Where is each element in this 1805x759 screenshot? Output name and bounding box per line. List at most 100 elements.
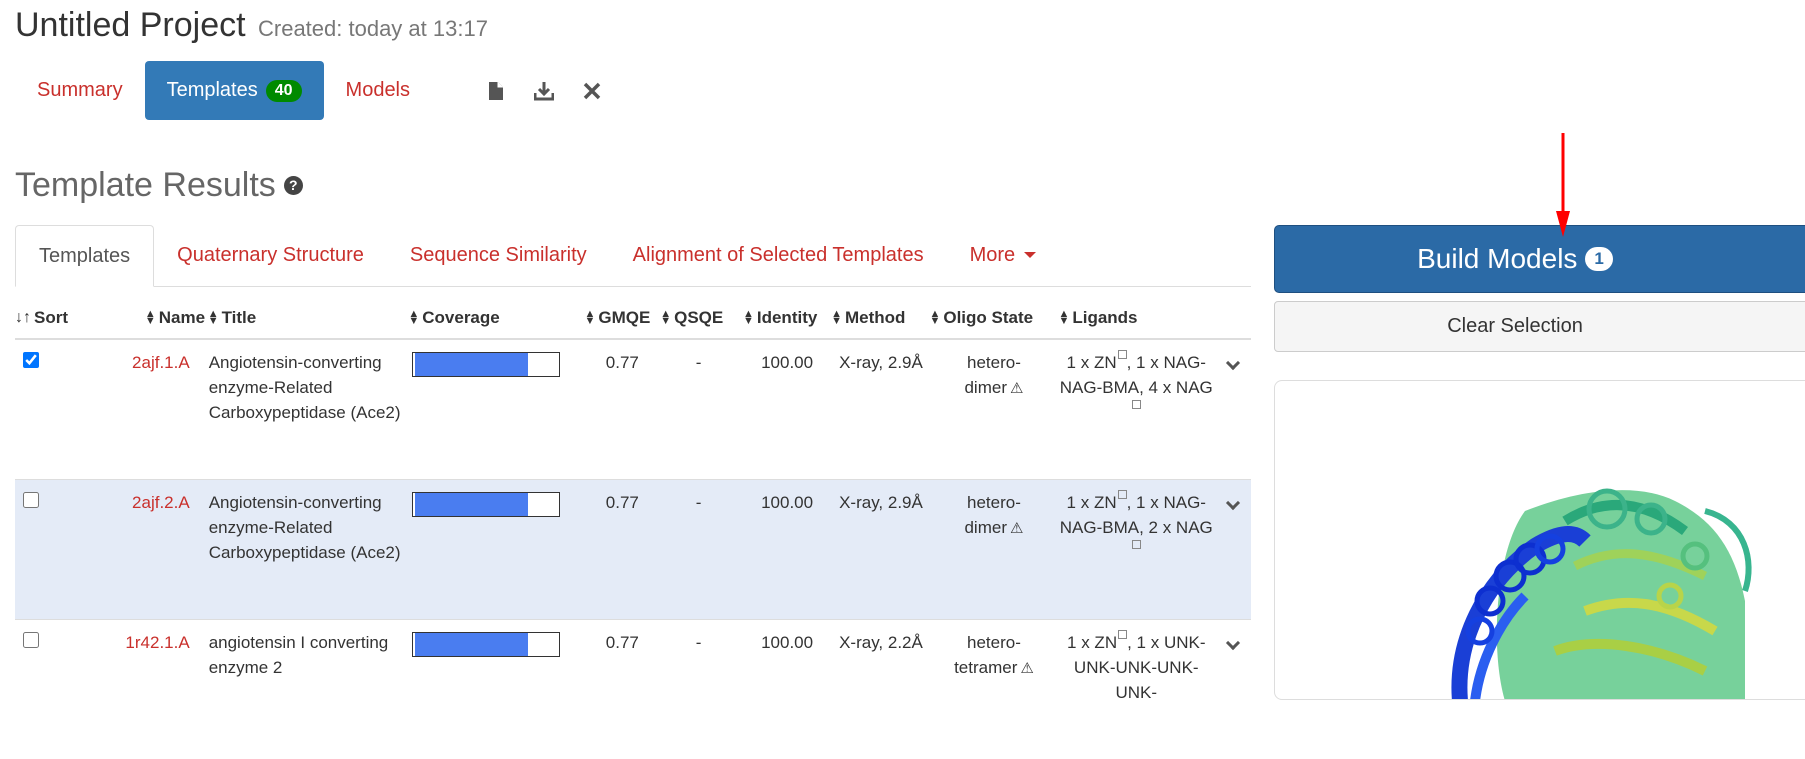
file-icon[interactable]	[484, 79, 508, 103]
tab-summary-label: Summary	[37, 79, 123, 101]
coverage-bar	[412, 631, 561, 657]
warning-icon[interactable]: ⚠	[1010, 376, 1023, 401]
download-icon[interactable]	[532, 79, 556, 103]
close-icon[interactable]	[580, 79, 604, 103]
template-link[interactable]: 2ajf.1.A	[132, 353, 190, 372]
results-subtabs: Templates Quaternary Structure Sequence …	[15, 225, 1251, 287]
oligo-state-line-1: hetero-	[967, 492, 1021, 512]
template-results-table: ↓↑ Sort ▲ ▼ Name ▲ ▼ Title ▲ ▼ Coverage ▲ ▼ GMQE …	[15, 297, 1251, 759]
header-gmqe[interactable]: ▲ ▼ GMQE	[584, 297, 661, 340]
row-checkbox-cell	[15, 618, 95, 759]
ligand-text: UNK-UNK-UNK-UNK-	[1073, 657, 1199, 702]
clear-selection-button[interactable]: Clear Selection	[1274, 301, 1805, 352]
method-cell: X-ray, 2.9Å	[827, 338, 930, 479]
structure-viewer-panel[interactable]	[1274, 380, 1805, 700]
gmqe-cell: 0.77	[584, 338, 661, 479]
tab-models[interactable]: Models	[324, 61, 432, 120]
subtab-alignment[interactable]: Alignment of Selected Templates	[610, 224, 947, 286]
subtab-alignment-label: Alignment of Selected Templates	[632, 243, 924, 266]
coverage-bar-fill	[415, 492, 528, 516]
build-models-count-badge: 1	[1585, 247, 1613, 271]
row-select-checkbox[interactable]	[23, 352, 39, 368]
header-ligands[interactable]: ▲ ▼ Ligands	[1058, 297, 1215, 340]
coverage-bar	[412, 352, 561, 377]
ligand-text: NAG-BMA, 4 x NAG	[1059, 378, 1213, 397]
identity-cell: 100.00	[736, 338, 828, 479]
subtab-quaternary-structure[interactable]: Quaternary Structure	[154, 224, 387, 286]
tab-templates[interactable]: Templates 40	[144, 61, 324, 120]
oligo-state-line-2: dimer	[964, 378, 1007, 397]
sort-icon: ▲ ▼	[660, 308, 672, 328]
external-link-icon[interactable]	[1117, 350, 1127, 359]
external-link-icon[interactable]	[1132, 400, 1142, 409]
header-name[interactable]: ▲ ▼ Name	[94, 297, 208, 340]
tab-summary[interactable]: Summary	[15, 61, 145, 120]
row-checkbox-cell	[15, 478, 95, 619]
header-qsqe[interactable]: ▲ ▼ QSQE	[660, 297, 737, 340]
tab-models-label: Models	[345, 79, 411, 101]
method-cell: X-ray, 2.2Å	[827, 618, 930, 759]
identity-cell: 100.00	[736, 618, 828, 759]
tab-templates-label: Templates	[166, 79, 258, 101]
header-sort-label: Sort	[34, 307, 68, 327]
annotation-arrow-icon	[1556, 133, 1570, 237]
external-link-icon[interactable]	[1118, 629, 1128, 639]
gmqe-cell: 0.77	[584, 478, 661, 619]
sort-icon: ▲ ▼	[144, 308, 156, 328]
coverage-bar	[412, 491, 561, 517]
table-row: 2ajf.1.A Angiotensin-converting enzyme-R…	[15, 338, 1251, 479]
project-title: Untitled Project	[15, 6, 246, 44]
title-cell: Angiotensin-converting enzyme-Related Ca…	[207, 478, 409, 619]
sort-icon: ▲ ▼	[929, 308, 941, 328]
header-title[interactable]: ▲ ▼ Title	[207, 297, 409, 340]
warning-icon[interactable]: ⚠	[1010, 516, 1023, 541]
help-icon[interactable]: ?	[283, 175, 303, 195]
row-select-checkbox[interactable]	[23, 631, 39, 648]
header-coverage[interactable]: ▲ ▼ Coverage	[408, 297, 585, 340]
build-models-label: Build Models	[1417, 243, 1578, 274]
subtab-templates[interactable]: Templates	[15, 225, 155, 287]
identity-cell: 100.00	[736, 478, 828, 619]
header-method[interactable]: ▲ ▼ Method	[827, 297, 930, 340]
warning-icon[interactable]: ⚠	[1020, 656, 1033, 681]
chevron-down-icon[interactable]	[1225, 495, 1240, 510]
header-qsqe-label: QSQE	[674, 307, 724, 327]
oligo-state-line-2: dimer	[964, 517, 1007, 537]
subtab-more-dropdown[interactable]: More	[947, 224, 1060, 286]
name-cell: 2ajf.1.A	[94, 338, 208, 479]
row-select-checkbox[interactable]	[23, 491, 39, 508]
chevron-down-icon[interactable]	[1225, 355, 1240, 371]
header-identity-label: Identity	[756, 307, 818, 327]
template-link[interactable]: 1r42.1.A	[125, 633, 189, 652]
header-oligo-label: Oligo State	[943, 307, 1034, 327]
coverage-cell	[408, 478, 585, 619]
caret-down-icon	[1024, 252, 1037, 258]
build-models-button[interactable]: Build Models 1	[1274, 225, 1805, 293]
ligands-cell: 1 x ZN , 1 x NAG- NAG-BMA, 2 x NAG	[1058, 478, 1215, 619]
header-expand	[1214, 297, 1251, 340]
chevron-down-icon[interactable]	[1225, 635, 1240, 650]
expand-cell	[1214, 618, 1251, 759]
sort-icon: ▲ ▼	[831, 308, 842, 328]
header-coverage-label: Coverage	[422, 307, 500, 327]
subtab-quaternary-label: Quaternary Structure	[177, 243, 364, 266]
header-sort[interactable]: ↓↑ Sort	[15, 297, 95, 340]
table-row: 1r42.1.A angiotensin I converting enzyme…	[15, 618, 1251, 759]
external-link-icon[interactable]	[1132, 539, 1142, 549]
sort-toggle-icon: ↓↑	[15, 309, 31, 327]
subtab-templates-label: Templates	[39, 244, 131, 267]
header-name-label: Name	[158, 307, 206, 327]
header-ligands-label: Ligands	[1072, 307, 1138, 327]
oligo-state-cell: hetero-dimer ⚠	[929, 338, 1059, 479]
table-row: 2ajf.2.A Angiotensin-converting enzyme-R…	[15, 478, 1251, 619]
ligands-cell: 1 x ZN , 1 x NAG- NAG-BMA, 4 x NAG	[1058, 338, 1215, 479]
sort-icon: ▲ ▼	[584, 308, 596, 328]
project-toolbar	[484, 79, 604, 103]
ligand-text: , 1 x UNK-	[1127, 632, 1206, 652]
ligand-text: , 1 x NAG-	[1126, 353, 1206, 372]
subtab-sequence-similarity[interactable]: Sequence Similarity	[387, 224, 610, 286]
external-link-icon[interactable]	[1117, 489, 1127, 499]
header-identity[interactable]: ▲ ▼ Identity	[736, 297, 828, 340]
template-link[interactable]: 2ajf.2.A	[132, 493, 190, 512]
header-oligo-state[interactable]: ▲ ▼ Oligo State	[929, 297, 1059, 340]
